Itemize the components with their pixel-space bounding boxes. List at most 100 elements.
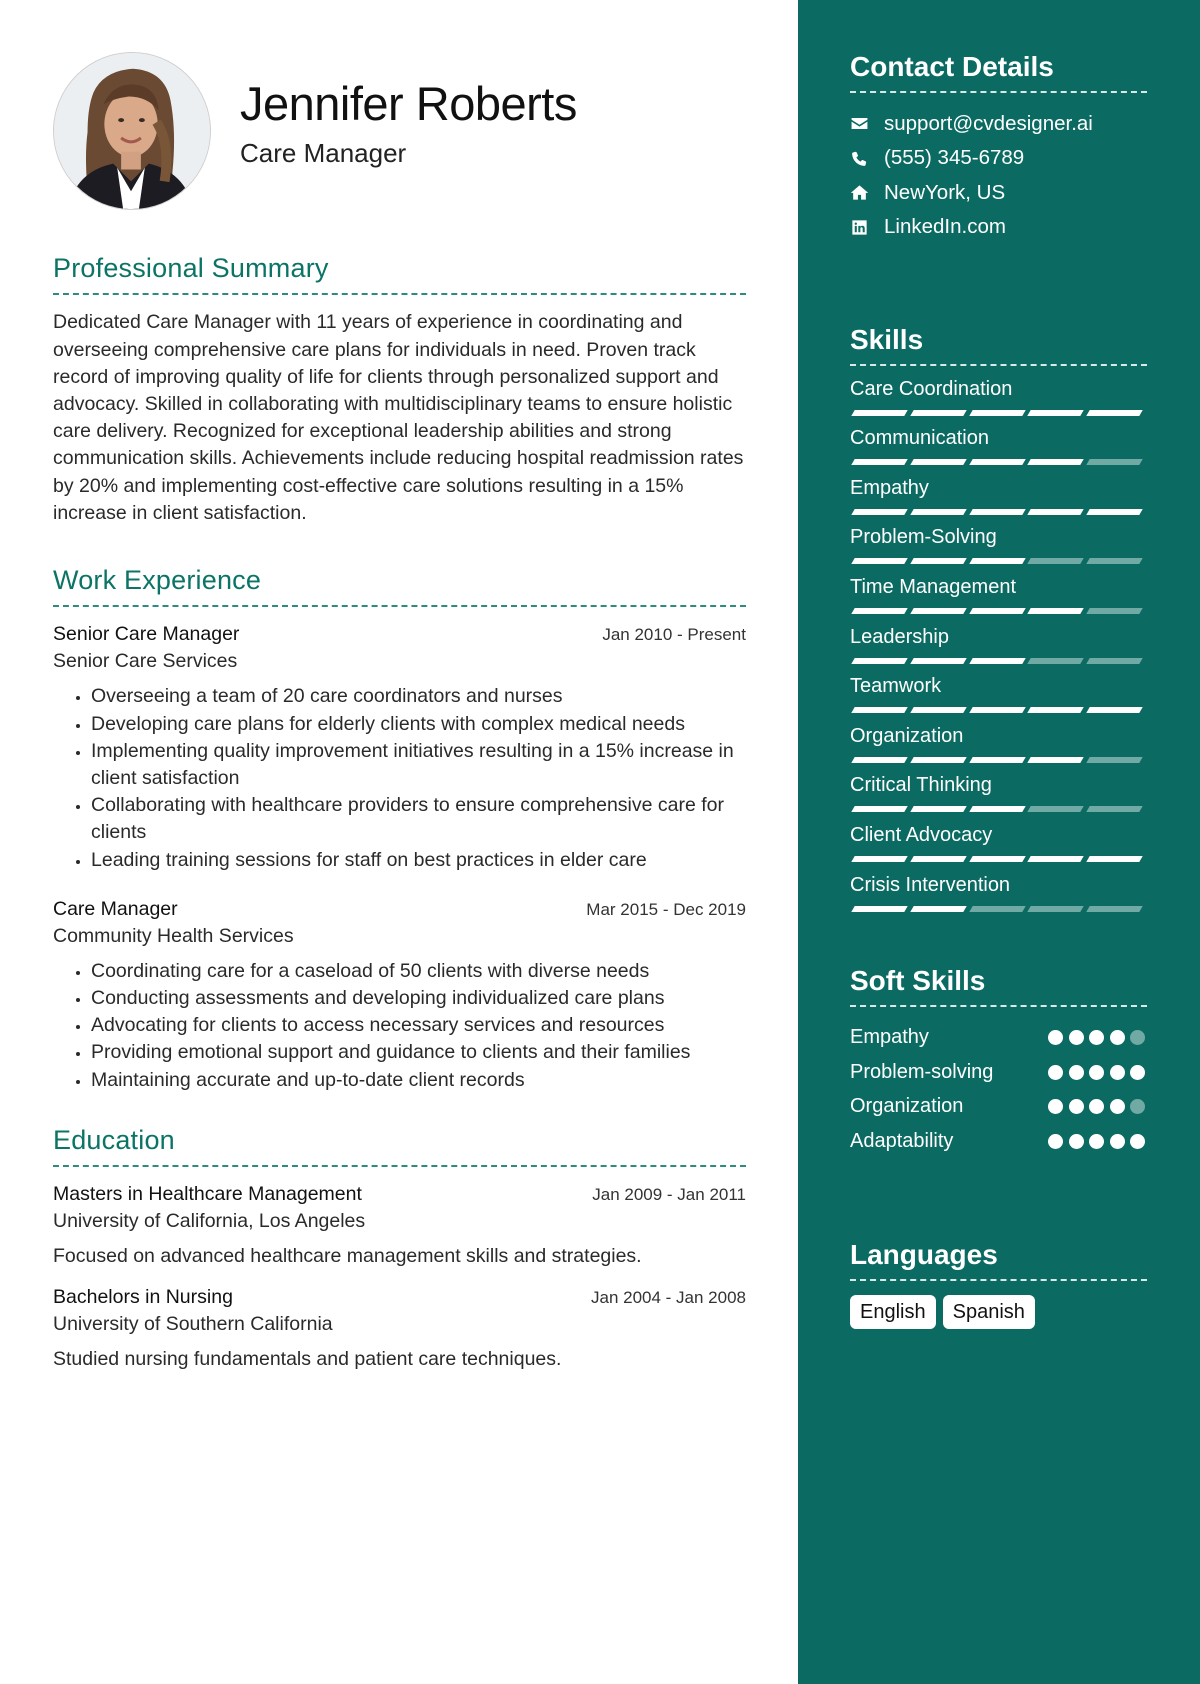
language-list: English Spanish: [850, 1294, 1147, 1329]
skill-segment-filled: [851, 558, 908, 565]
rating-dot-filled: [1089, 1133, 1104, 1149]
rating-dot-filled: [1130, 1133, 1145, 1149]
rating-dot-filled: [1089, 1099, 1104, 1115]
skill-segment-filled: [1027, 756, 1084, 763]
soft-skill-rating: [1048, 1064, 1147, 1080]
sidebar: Contact Details support@cvdesigner.ai (5…: [798, 0, 1200, 1684]
skill-name: Communication: [850, 427, 989, 450]
skill-list: Care Coordination Communication Empathy Pro…: [850, 376, 1147, 922]
rating-dot-filled: [1048, 1030, 1063, 1046]
rating-dot-filled: [1109, 1133, 1125, 1149]
soft-skill-name: Problem-solving: [850, 1060, 994, 1083]
skill-name: Empathy: [850, 476, 929, 499]
skill-name: Care Coordination: [850, 377, 1013, 400]
skill-level-bar: [850, 508, 1147, 515]
skill-segment-filled: [910, 707, 967, 714]
skill-segment-filled: [910, 756, 967, 763]
rating-dot-filled: [1130, 1064, 1145, 1080]
skill-level-bar: [850, 657, 1147, 664]
skill-segment-filled: [1027, 607, 1084, 614]
skill-segment-filled: [851, 459, 908, 466]
soft-skills-section: Soft Skills Empathy Problem-solving Organi…: [850, 964, 1147, 1159]
language-chip: English: [850, 1294, 936, 1329]
skill-segment-filled: [1086, 508, 1143, 515]
school-name: University of California, Los Angeles: [53, 1210, 366, 1233]
skill-segment-filled: [910, 806, 967, 813]
skill-segment-filled: [851, 409, 908, 416]
skill-segment-empty: [1086, 806, 1143, 813]
rating-dot-empty: [1130, 1099, 1145, 1115]
skill-segment-filled: [851, 607, 908, 614]
job-bullet: Maintaining accurate and up-to-date clie…: [91, 1067, 746, 1094]
skill-item: Client Advocacy: [850, 822, 1147, 872]
skill-segment-filled: [851, 806, 908, 813]
job-bullet: Advocating for clients to access necessa…: [91, 1012, 746, 1039]
rating-dot-filled: [1089, 1064, 1104, 1080]
contact-list: support@cvdesigner.ai (555) 345-6789 New…: [850, 107, 1147, 245]
skill-item: Time Management: [850, 574, 1147, 624]
skill-name: Time Management: [850, 575, 1016, 598]
skill-segment-filled: [1027, 508, 1084, 515]
skill-item: Care Coordination: [850, 376, 1147, 426]
summary-section: Professional Summary Dedicated Care Mana…: [53, 252, 746, 527]
skill-name: Client Advocacy: [850, 823, 993, 846]
language-chip: Spanish: [942, 1294, 1035, 1329]
soft-skill-rating: [1048, 1030, 1147, 1046]
job-bullets: Coordinating care for a caseload of 50 c…: [53, 958, 746, 1094]
soft-skill-item: Adaptability: [850, 1124, 1147, 1159]
skill-segment-empty: [1027, 558, 1084, 565]
job-title: Senior Care Manager: [53, 623, 240, 646]
skill-segment-empty: [968, 905, 1026, 912]
contact-location-text: NewYork, US: [884, 180, 1006, 204]
home-icon: [850, 183, 884, 202]
skill-segment-filled: [1086, 855, 1143, 862]
contact-email[interactable]: support@cvdesigner.ai: [850, 107, 1147, 142]
job-bullet: Providing emotional support and guidance…: [91, 1039, 746, 1066]
section-heading-education: Education: [53, 1124, 746, 1168]
skill-segment-filled: [910, 409, 967, 416]
section-heading-work: Work Experience: [53, 564, 746, 608]
section-heading-languages: Languages: [850, 1238, 1147, 1281]
skill-level-bar: [850, 855, 1147, 862]
soft-skill-list: Empathy Problem-solving Organization Adapta…: [850, 1021, 1147, 1159]
summary-text: Dedicated Care Manager with 11 years of …: [53, 311, 744, 524]
job-title: Care Manager: [53, 897, 178, 920]
skill-segment-filled: [851, 508, 908, 515]
skill-segment-filled: [1027, 409, 1084, 416]
rating-dot-filled: [1068, 1133, 1084, 1149]
skill-segment-filled: [968, 508, 1026, 515]
candidate-name: Jennifer Roberts: [240, 77, 577, 130]
contact-linkedin[interactable]: LinkedIn.com: [850, 210, 1147, 245]
skill-name: Problem-Solving: [850, 526, 997, 549]
skill-segment-filled: [968, 459, 1026, 466]
skill-segment-filled: [851, 855, 908, 862]
contact-email-text: support@cvdesigner.ai: [884, 111, 1093, 135]
job-dates: Mar 2015 - Dec 2019: [586, 899, 746, 919]
skill-level-bar: [850, 707, 1147, 714]
job-bullet: Developing care plans for elderly client…: [91, 711, 746, 738]
rating-dot-filled: [1109, 1099, 1125, 1115]
degree-title: Bachelors in Nursing: [53, 1286, 233, 1309]
skill-level-bar: [850, 558, 1147, 565]
skill-segment-filled: [851, 707, 908, 714]
skill-segment-filled: [910, 657, 967, 664]
job-header: Care Manager Mar 2015 - Dec 2019: [53, 896, 746, 923]
skill-name: Leadership: [850, 625, 949, 648]
job-bullet: Coordinating care for a caseload of 50 c…: [91, 958, 746, 985]
skill-item: Crisis Intervention: [850, 872, 1147, 922]
skill-segment-filled: [1086, 707, 1143, 714]
job-header: Senior Care Manager Jan 2010 - Present: [53, 621, 746, 648]
section-heading-summary: Professional Summary: [53, 252, 746, 296]
skill-segment-filled: [851, 756, 908, 763]
rating-dot-filled: [1068, 1099, 1084, 1115]
skill-name: Organization: [850, 724, 964, 747]
skill-segment-filled: [1027, 855, 1084, 862]
contact-phone[interactable]: (555) 345-6789: [850, 141, 1147, 176]
degree-title: Masters in Healthcare Management: [53, 1183, 362, 1206]
skill-name: Crisis Intervention: [850, 873, 1011, 896]
skill-segment-filled: [910, 508, 967, 515]
soft-skill-name: Organization: [850, 1095, 964, 1118]
soft-skill-name: Adaptability: [850, 1129, 954, 1152]
skill-item: Critical Thinking: [850, 772, 1147, 822]
job-bullet: Overseeing a team of 20 care coordinator…: [91, 683, 746, 710]
